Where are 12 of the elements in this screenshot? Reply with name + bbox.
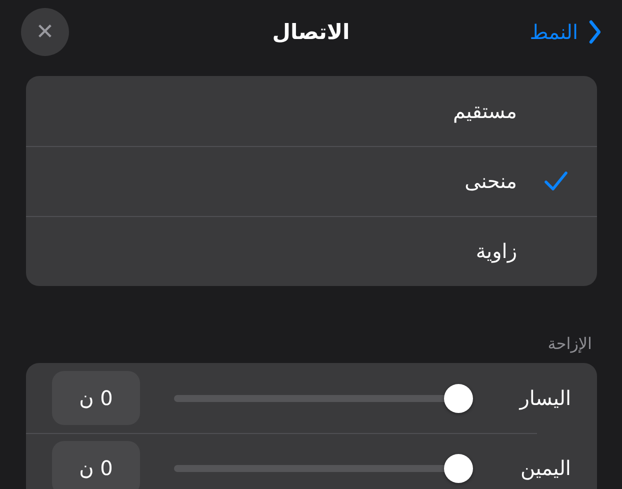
connection-option[interactable]: زاوية — [26, 216, 597, 286]
back-chevron-icon — [588, 19, 602, 45]
value-field[interactable]: 0 ن — [52, 441, 140, 489]
slider-label: اليسار — [518, 386, 571, 410]
slider-label: اليمين — [519, 456, 571, 480]
section-heading: الإزاحة — [546, 334, 592, 353]
window-title: الاتصال — [271, 20, 351, 44]
connection-option[interactable]: مستقيم — [26, 76, 597, 146]
close-button[interactable]: ✕ — [21, 8, 69, 56]
back-button[interactable]: النمط — [530, 19, 602, 45]
value-field[interactable]: 0 ن — [52, 371, 140, 425]
connection-option[interactable]: منحنى — [26, 146, 597, 216]
